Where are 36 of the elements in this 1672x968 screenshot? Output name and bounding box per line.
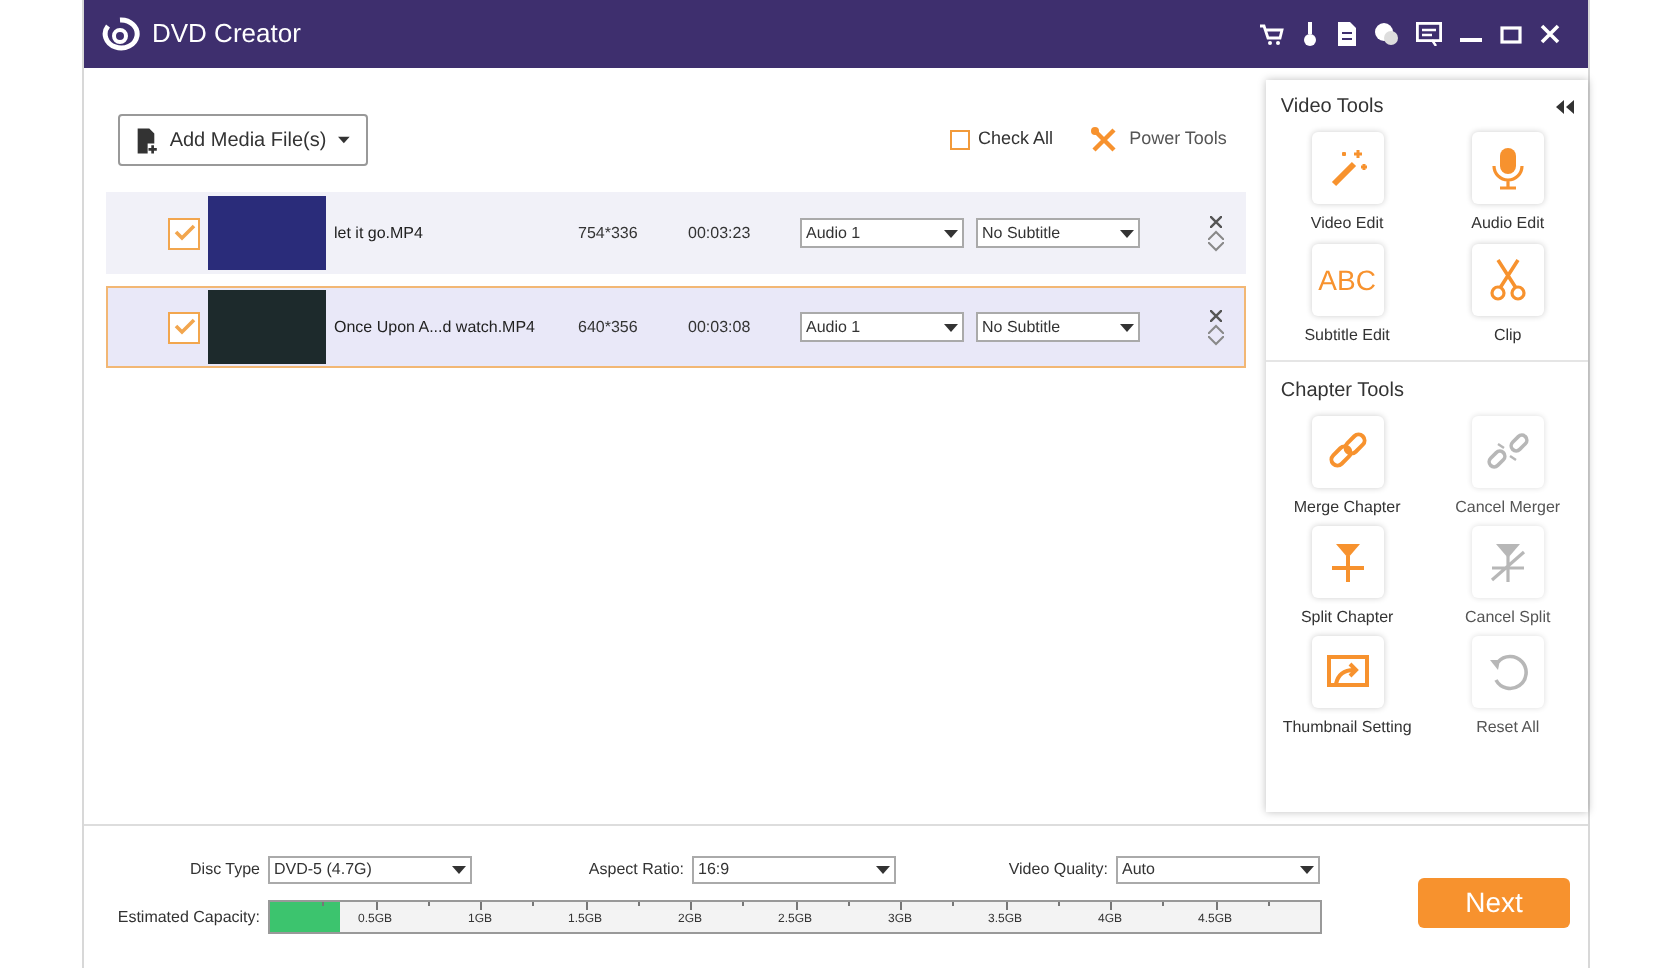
tool-label: Audio Edit (1471, 212, 1545, 236)
audio-dropdown[interactable]: Audio 1 (800, 312, 964, 342)
panel-heading: Chapter Tools (1278, 378, 1406, 406)
setting-label: Disc Type (188, 858, 260, 882)
panel-heading: Video Tools (1280, 94, 1384, 122)
setting-dropdown[interactable]: Auto (1116, 856, 1320, 884)
tool-label: Video Edit (1310, 212, 1384, 236)
duration-text: 00:03:08 (688, 315, 753, 339)
window-title: DVD Creator (152, 16, 301, 53)
subtitle-dropdown[interactable]: No Subtitle (976, 218, 1140, 248)
tool-label: Merge Chapter (1293, 496, 1401, 520)
audio-dropdown[interactable]: Audio 1 (800, 218, 964, 248)
tool-label: Split Chapter (1300, 606, 1394, 630)
tool-label: Cancel Split (1465, 606, 1551, 630)
power-tools-button[interactable]: Power Tools (1089, 126, 1227, 154)
check-all-label[interactable]: Check All (978, 126, 1054, 154)
file-name: let it go.MP4 (334, 221, 425, 245)
setting-dropdown[interactable]: 16:9 (692, 856, 896, 884)
tool-label: Reset All (1476, 716, 1540, 740)
add-media-button[interactable]: Add Media File(s) (118, 114, 368, 166)
tool-label: Subtitle Edit (1304, 324, 1390, 348)
tool-label: Cancel Merger (1455, 496, 1561, 520)
tool-label: Thumbnail Setting (1282, 716, 1412, 740)
file-row[interactable]: Once Upon A...d watch.MP4 640*356 00:03:08 Audio 1 No Subtitle (106, 286, 1247, 368)
tool-label: Clip (1493, 324, 1522, 348)
abc-icon-text: ABC (1318, 261, 1376, 299)
subtitle-dropdown[interactable]: No Subtitle (976, 312, 1140, 342)
setting-label: Aspect Ratio: (586, 858, 684, 882)
file-row[interactable]: let it go.MP4 754*336 00:03:23 Audio 1 No Subtitle (106, 192, 1247, 274)
setting-dropdown[interactable]: DVD-5 (4.7G) (268, 856, 472, 884)
setting-label: Video Quality: (1006, 858, 1108, 882)
resolution-text: 754*336 (578, 221, 640, 245)
duration-text: 00:03:23 (688, 221, 753, 245)
file-name: Once Upon A...d watch.MP4 (334, 315, 537, 339)
capacity-label: Estimated Capacity: (115, 905, 260, 929)
resolution-text: 640*356 (578, 315, 640, 339)
